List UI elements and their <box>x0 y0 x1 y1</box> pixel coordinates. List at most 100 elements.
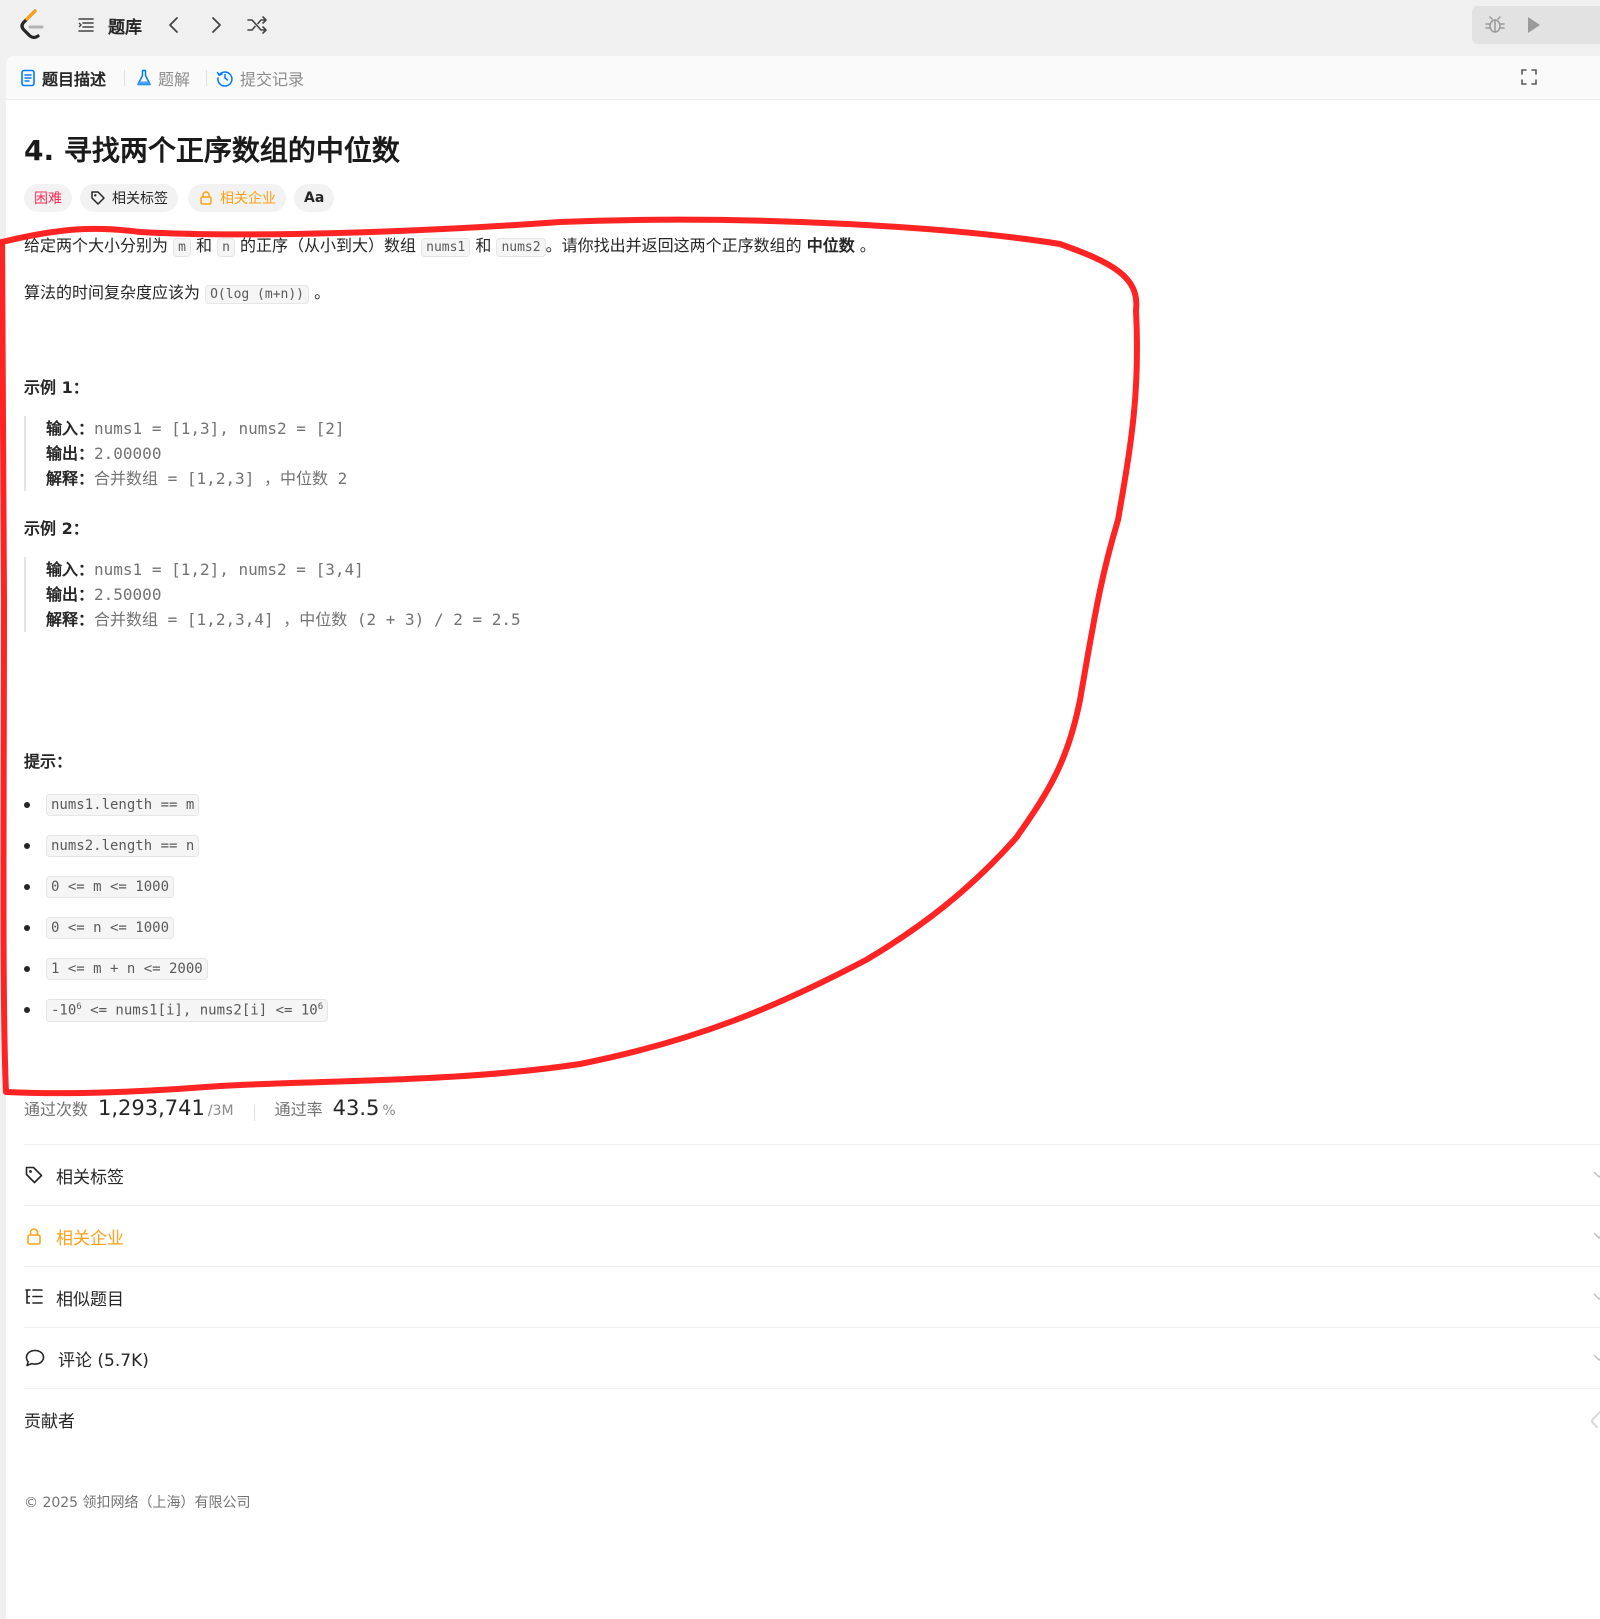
constraint-code: nums1.length == m <box>46 794 200 816</box>
constraint-code: 0 <= n <= 1000 <box>46 917 175 939</box>
output-value: 2.50000 <box>94 585 162 604</box>
section-related-companies[interactable]: 相关企业 <box>24 1205 1600 1266</box>
stats-divider <box>253 1105 255 1121</box>
constraint-code: 1 <= m + n <= 2000 <box>46 958 208 980</box>
tab-submissions-label: 提交记录 <box>240 70 305 89</box>
section-similar-problems[interactable]: 相似题目 <box>24 1266 1600 1327</box>
acceptance-rate-label: 通过率 <box>274 1100 323 1119</box>
section-contributors[interactable]: 贡献者 <box>24 1388 1600 1449</box>
accepted-count-value: 1,293,741 <box>98 1096 205 1120</box>
example-2-input: 输入：nums1 = [1,2], nums2 = [3,4] <box>46 557 624 582</box>
desc-text: 算法的时间复杂度应该为 <box>24 283 206 302</box>
chevron-down-icon <box>1593 1293 1600 1301</box>
constraint-exponent: 6 <box>317 1002 324 1012</box>
problem-list-button[interactable]: 题库 <box>76 10 142 40</box>
section-comments-label: 评论 (5.7K) <box>58 1350 149 1371</box>
input-label: 输入： <box>46 560 95 579</box>
acceptance-stats: 通过次数 1,293,741 /3M 通过率 43.5 % <box>24 1096 396 1130</box>
output-value: 2.00000 <box>94 444 162 463</box>
tab-description[interactable]: 题目描述 <box>20 66 106 90</box>
code-nums2: nums2 <box>496 238 546 257</box>
acceptance-rate-unit: % <box>382 1103 396 1119</box>
comment-bubble-icon <box>25 1349 45 1367</box>
accepted-count-label: 通过次数 <box>24 1100 89 1119</box>
bullet-dot <box>24 884 30 890</box>
output-label: 输出： <box>46 444 95 463</box>
example-2-heading: 示例 2： <box>24 519 89 538</box>
chevron-right-icon <box>212 17 221 33</box>
constraint-code: -106 <= nums1[i], nums2[i] <= 106 <box>46 999 329 1022</box>
problem-list-title: 题库 <box>108 17 142 38</box>
section-comments[interactable]: 评论 (5.7K) <box>24 1327 1600 1388</box>
section-similar-problems-label: 相似题目 <box>56 1289 124 1310</box>
desc-text: 给定两个大小分别为 <box>24 236 174 255</box>
example-1-output: 输出：2.00000 <box>46 441 624 466</box>
section-related-companies-label: 相关企业 <box>56 1228 124 1249</box>
bullet-dot <box>24 925 30 931</box>
example-2-block: 输入：nums1 = [1,2], nums2 = [3,4] 输出：2.500… <box>24 557 624 632</box>
run-play-icon[interactable] <box>1522 14 1544 36</box>
debug-bug-icon[interactable] <box>1484 14 1506 36</box>
leetcode-logo-icon[interactable] <box>18 8 48 42</box>
problem-panel: 题目描述 题解 提交记录 4. 寻找两个正序数组的中位数 困难 相关标签 相关企… <box>6 56 1600 1619</box>
companies-tag-button[interactable]: 相关企业 <box>188 184 286 212</box>
flask-icon <box>137 69 151 86</box>
constraint-item: nums2.length == n <box>24 835 200 857</box>
input-value: nums1 = [1,2], nums2 = [3,4] <box>94 560 364 579</box>
copyright-footer: © 2025 领扣网络（上海）有限公司 <box>24 1495 251 1511</box>
tree-list-icon <box>25 1289 43 1304</box>
section-related-tags-label: 相关标签 <box>56 1167 124 1188</box>
constraint-item: 0 <= m <= 1000 <box>24 876 175 898</box>
next-problem-button[interactable] <box>206 10 226 40</box>
translate-button[interactable]: Aa <box>294 184 335 212</box>
bullet-dot <box>24 1007 30 1014</box>
tab-submissions[interactable]: 提交记录 <box>216 66 304 90</box>
random-problem-button[interactable] <box>246 10 268 40</box>
bullet-dot <box>24 802 30 808</box>
lock-icon <box>200 191 212 205</box>
section-contributors-label: 贡献者 <box>24 1411 75 1432</box>
constraint-code: nums2.length == n <box>46 835 200 857</box>
constraint-part: <= nums1[i], nums2[i] <= 10 <box>81 1002 318 1019</box>
example-2-explain: 解释：合并数组 = [1,2,3,4] ，中位数 (2 + 3) / 2 = 2… <box>46 607 624 632</box>
chevron-down-icon <box>1593 1171 1600 1179</box>
code-complexity: O(log (m+n)) <box>205 285 310 304</box>
tab-description-label: 题目描述 <box>42 70 107 89</box>
translate-icon: Aa <box>304 190 325 206</box>
example-1-block: 输入：nums1 = [1,3], nums2 = [2] 输出：2.00000… <box>24 416 624 491</box>
tab-solutions-label: 题解 <box>158 70 191 89</box>
tag-icon <box>91 191 105 205</box>
topics-tag-button[interactable]: 相关标签 <box>80 184 178 212</box>
description-paragraph-2: 算法的时间复杂度应该为 O(log (m+n)) 。 <box>24 281 330 307</box>
leetcode-avatar-icon <box>1591 1410 1600 1428</box>
section-related-tags[interactable]: 相关标签 <box>24 1144 1600 1205</box>
tab-solutions[interactable]: 题解 <box>136 66 190 90</box>
chevron-down-icon <box>1593 1354 1600 1362</box>
example-2-output: 输出：2.50000 <box>46 582 624 607</box>
tab-divider <box>124 70 125 86</box>
prev-problem-button[interactable] <box>164 10 184 40</box>
accepted-count-unit: /3M <box>207 1103 234 1119</box>
constraint-item: 0 <= n <= 1000 <box>24 917 175 939</box>
acceptance-rate-value: 43.5 <box>332 1096 380 1120</box>
run-controls <box>1472 6 1600 44</box>
explain-value: 合并数组 = [1,2,3,4] ，中位数 (2 + 3) / 2 = 2.5 <box>94 610 521 629</box>
explain-value: 合并数组 = [1,2,3] ，中位数 2 <box>94 469 348 488</box>
fullscreen-icon[interactable] <box>1520 68 1538 86</box>
constraint-item: 1 <= m + n <= 2000 <box>24 958 208 980</box>
constraint-part: -10 <box>51 1002 77 1019</box>
bullet-dot <box>24 843 30 849</box>
example-1-explain: 解释：合并数组 = [1,2,3] ，中位数 2 <box>46 466 624 491</box>
desc-text: 。 <box>854 236 876 255</box>
problem-title: 4. 寻找两个正序数组的中位数 <box>24 134 400 167</box>
list-icon <box>78 18 94 32</box>
code-n: n <box>217 238 235 257</box>
panel-tabs: 题目描述 题解 提交记录 <box>6 56 1600 100</box>
top-navbar: 题库 <box>0 0 1600 52</box>
bullet-dot <box>24 966 30 972</box>
chevron-left-icon <box>169 17 178 33</box>
input-label: 输入： <box>46 419 95 438</box>
difficulty-badge: 困难 <box>24 184 72 212</box>
constraint-item: -106 <= nums1[i], nums2[i] <= 106 <box>24 999 329 1022</box>
code-nums1: nums1 <box>421 238 471 257</box>
